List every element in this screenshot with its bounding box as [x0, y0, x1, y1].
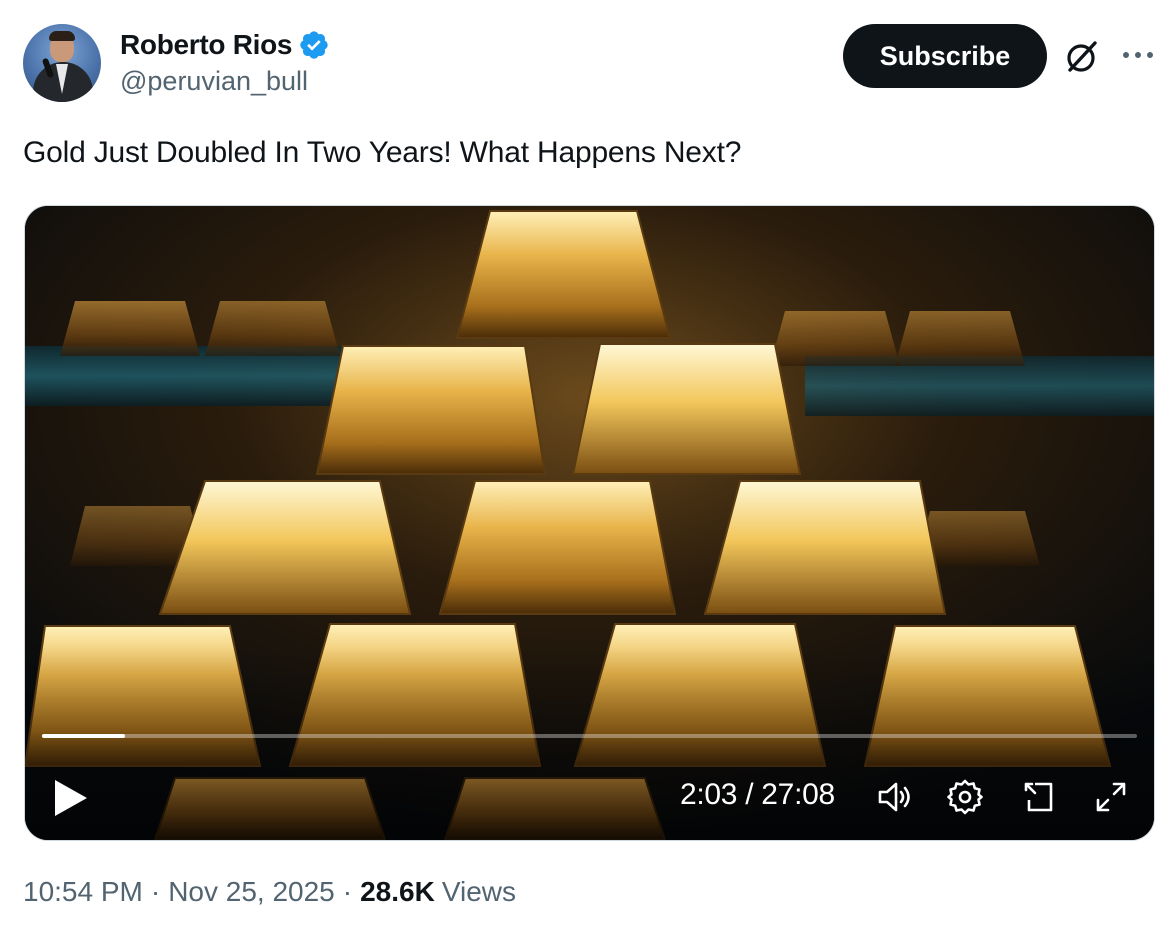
video-time-display: 2:03 / 27:08: [680, 778, 835, 811]
pip-icon[interactable]: [1020, 778, 1058, 816]
tweet-date[interactable]: Nov 25, 2025: [168, 876, 335, 908]
video-progress-fill: [42, 734, 125, 738]
settings-icon[interactable]: [946, 778, 984, 816]
fullscreen-icon[interactable]: [1092, 778, 1130, 816]
video-player[interactable]: 2:03 / 27:08: [24, 205, 1155, 841]
tweet-time[interactable]: 10:54 PM: [23, 876, 143, 908]
tweet-text: Gold Just Doubled In Two Years! What Hap…: [23, 136, 742, 169]
video-thumbnail-gold-bars: [25, 206, 1154, 840]
more-icon[interactable]: [1118, 43, 1158, 67]
author-name-row: Roberto Rios: [120, 26, 330, 64]
subscribe-button[interactable]: Subscribe: [843, 24, 1047, 88]
grok-icon[interactable]: [1063, 38, 1101, 76]
tweet-card: Roberto Rios @peruvian_bull Subscribe Go…: [0, 0, 1174, 936]
play-icon[interactable]: [51, 776, 91, 820]
video-progress-bar[interactable]: [42, 734, 1137, 738]
author-handle[interactable]: @peruvian_bull: [120, 66, 308, 97]
meta-separator: ·: [150, 876, 161, 907]
tweet-meta: 10:54 PM · Nov 25, 2025 · 28.6K Views: [23, 876, 516, 908]
avatar[interactable]: [23, 24, 101, 102]
volume-icon[interactable]: [875, 778, 913, 816]
views-count: 28.6K: [360, 876, 435, 907]
author-display-name[interactable]: Roberto Rios: [120, 29, 292, 61]
meta-separator: ·: [342, 876, 353, 907]
verified-badge-icon[interactable]: [298, 29, 330, 61]
views-label: Views: [441, 876, 516, 907]
